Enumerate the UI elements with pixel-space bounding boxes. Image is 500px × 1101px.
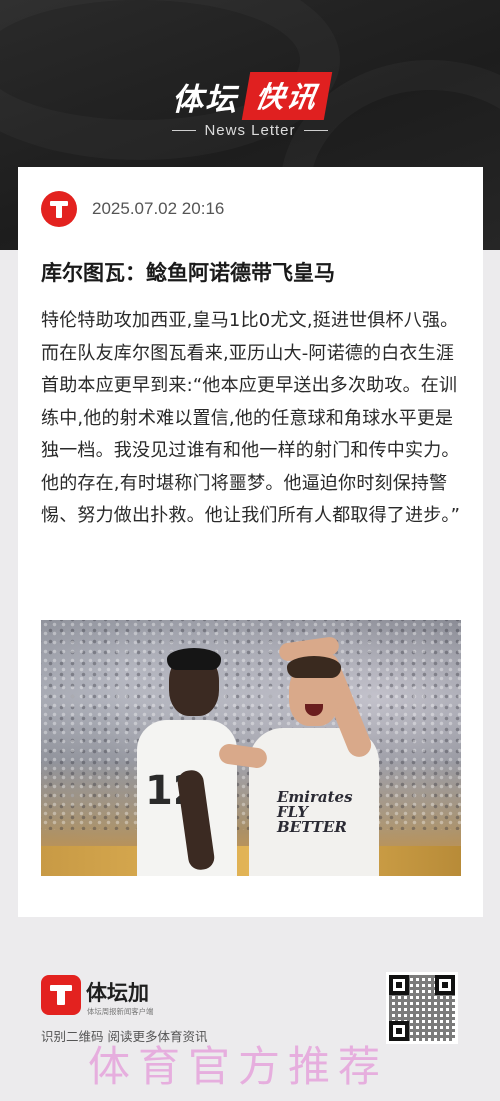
divider: [172, 130, 197, 131]
newsletter-text: News Letter: [204, 122, 296, 139]
app-logo-icon[interactable]: [41, 975, 81, 1015]
player-2-hair: [287, 656, 341, 678]
watermark-text: 体育官方推荐: [88, 1042, 389, 1091]
article-card: 2025.07.02 20:16 库尔图瓦：鲶鱼阿诺德带飞皇马 特伦特助攻加西亚…: [18, 167, 483, 917]
article-title: 库尔图瓦：鲶鱼阿诺德带飞皇马: [41, 261, 335, 285]
divider: [303, 130, 328, 131]
player-1-hair: [167, 648, 221, 670]
app-name: 体坛加: [86, 981, 149, 1005]
brand-title-left: 体坛: [171, 81, 238, 118]
article-photo: 12 Emirates FLY BETTER: [41, 620, 461, 876]
article-datetime: 2025.07.02 20:16: [92, 199, 225, 218]
player-2-sponsor: Emirates FLY BETTER: [277, 788, 353, 836]
brand-title-right: 快讯: [241, 72, 333, 120]
app-subtitle: 体坛周报新闻客户端: [87, 1008, 154, 1017]
brand-title: 体坛 快讯: [0, 72, 500, 120]
titan-t-logo-icon: [41, 191, 77, 227]
newsletter-label: News Letter: [0, 122, 500, 139]
article-body: 特伦特助攻加西亚,皇马1比0尤文,挺进世俱杯八强。而在队友库尔图瓦看来,亚历山大…: [41, 310, 461, 526]
